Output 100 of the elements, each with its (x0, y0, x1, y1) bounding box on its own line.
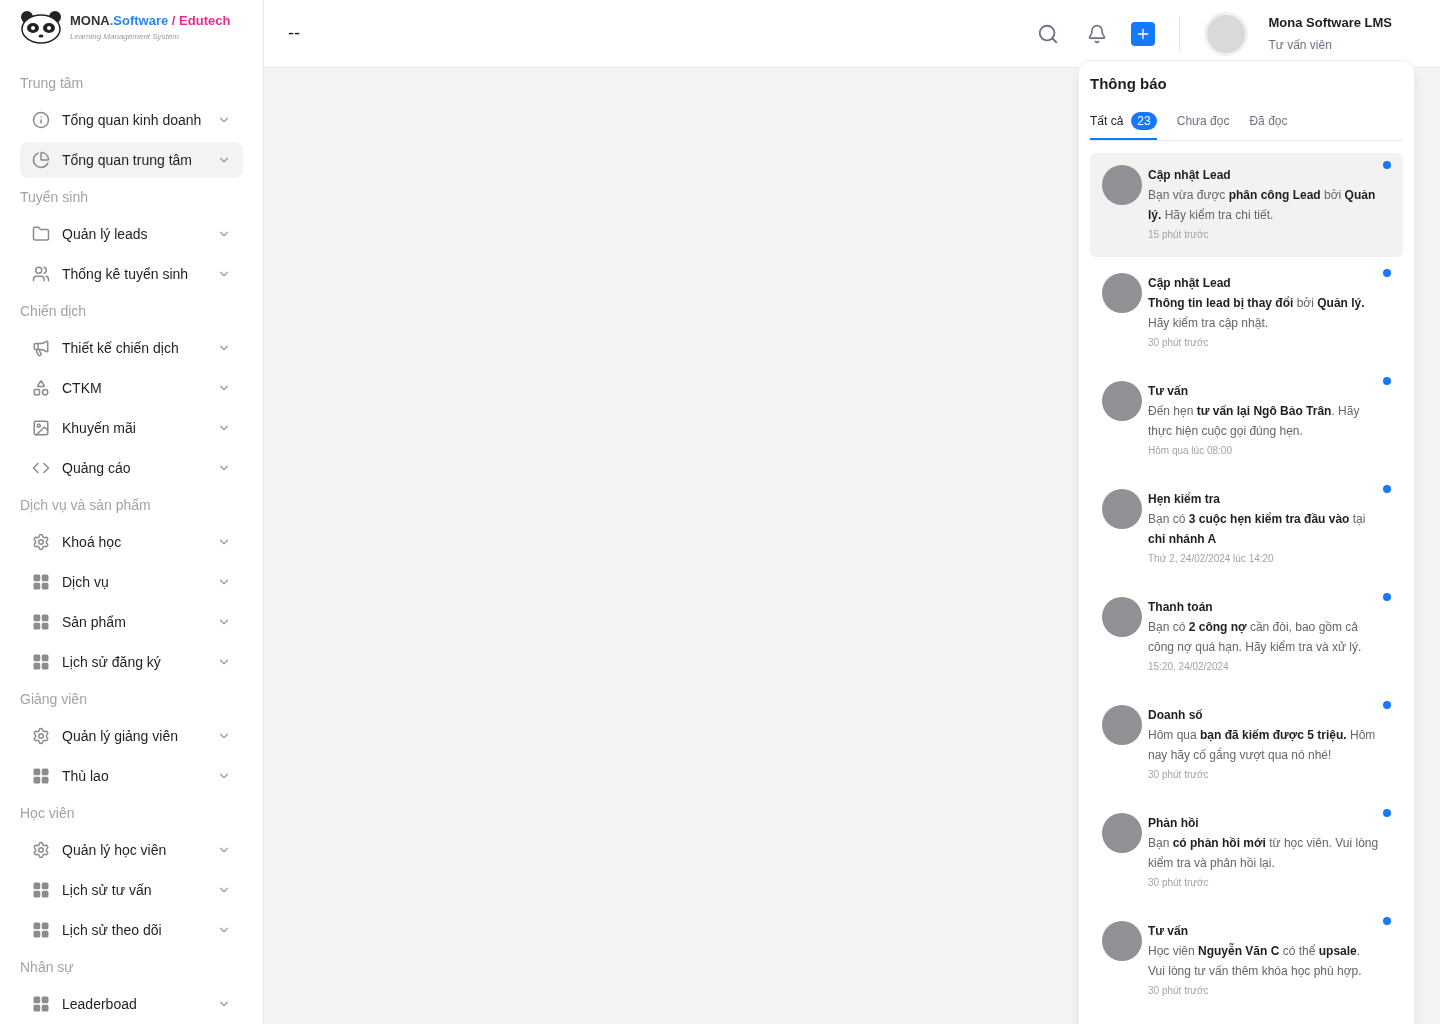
sidebar-item-label: Tổng quan kinh doanh (62, 110, 203, 130)
sidebar-item-label: Lịch sử theo dõi (62, 920, 163, 940)
notification-message: Bạn có 3 cuộc hẹn kiểm tra đầu vào tại chi nhánh A (1148, 510, 1367, 548)
sidebar-item-label: Dịch vụ (62, 572, 110, 592)
sidebar-section-title: Nhân sự (20, 957, 75, 977)
grid-icon (32, 995, 50, 1013)
megaphone-icon (32, 339, 50, 357)
grid-icon (32, 653, 50, 671)
avatar (1102, 812, 1142, 853)
sidebar-item[interactable]: Sản phẩm (20, 604, 243, 640)
grid-icon (32, 881, 50, 899)
grid-icon (32, 767, 50, 785)
sidebar-item[interactable]: Thù lao (20, 758, 243, 794)
notification-time: 30 phút trước (1148, 335, 1210, 350)
sidebar-section-title: Giảng viên (20, 689, 88, 709)
sidebar-section-title: Tuyển sinh (20, 187, 89, 207)
sidebar-section-title: Trung tâm (20, 73, 85, 93)
tab[interactable]: Chưa đọc (1176, 111, 1230, 140)
notification-message: Học viên Nguyễn Văn C có thể upsale. Vui lòng tư vấn thêm khóa học phù hợp. (1148, 942, 1363, 980)
notification-time: 30 phút trước (1148, 875, 1210, 890)
users-icon (32, 265, 50, 283)
notification-title: Tư vấn (1148, 382, 1190, 400)
sidebar-item[interactable]: Lịch sử tư vấn (20, 872, 243, 908)
grid-icon (32, 613, 50, 631)
sidebar-item-label: Sản phẩm (62, 612, 127, 632)
info-icon (32, 111, 50, 129)
tab[interactable]: Tất cả 23 (1090, 111, 1157, 140)
avatar (1102, 596, 1142, 637)
user-role: Tư vấn viên (1268, 37, 1333, 55)
sidebar-item-label: Thiết kế chiến dịch (62, 338, 180, 358)
sidebar-item[interactable]: Lịch sử đăng ký (20, 644, 243, 680)
settings-icon (32, 533, 50, 551)
sidebar-item-label: Lịch sử tư vấn (62, 880, 153, 900)
notification-item[interactable]: Cập nhật Lead Thông tin lead bị thay đổi bởi Quản lý. Hãy kiểm tra cập nhật. 30 phút trước (1090, 260, 1403, 365)
sidebar-item-label: Thống kê tuyển sinh (62, 264, 190, 284)
notification-item[interactable]: Hẹn kiểm tra Bạn có 3 cuộc hẹn kiểm tra đầu vào tại chi nhánh A Thứ 2, 24/02/2024 lúc 14:20 (1090, 476, 1403, 581)
notification-message: Bạn có phản hồi mới từ học viên. Vui lòng kiểm tra và phản hồi lại. (1148, 834, 1379, 872)
notification-item[interactable]: Tư vấn Đến hẹn tư vấn lại Ngô Bảo Trân. Hãy thực hiện cuộc gọi đúng hẹn. Hôm qua lúc 08:00 (1090, 368, 1403, 473)
settings-icon (32, 841, 50, 859)
sidebar-item-label: Quản lý leads (62, 224, 149, 244)
sidebar-item[interactable]: Dịch vụ (20, 564, 243, 600)
page-title: -- (288, 22, 301, 45)
notification-message: Đến hẹn tư vấn lại Ngô Bảo Trân. Hãy thực hiện cuộc gọi đúng hẹn. (1148, 402, 1361, 440)
avatar (1102, 704, 1142, 745)
sidebar-item[interactable]: Leaderboad (20, 986, 243, 1022)
sidebar-item[interactable]: Quảng cáo (20, 450, 243, 486)
notification-message: Thông tin lead bị thay đổi bởi Quản lý. Hãy kiểm tra cập nhật. (1148, 294, 1366, 332)
notification-time: Hôm qua lúc 08:00 (1148, 443, 1233, 458)
notification-title: Doanh số (1148, 706, 1204, 724)
avatar (1102, 488, 1142, 529)
notification-message: Hôm qua bạn đã kiếm được 5 triệu. Hôm nay hãy cố gắng vượt qua nó nhé! (1148, 726, 1377, 764)
sidebar-item-label: Khoá học (62, 532, 123, 552)
sidebar-item[interactable]: Khoá học (20, 524, 243, 560)
sidebar-item[interactable]: Lịch sử theo dõi (20, 912, 243, 948)
sidebar-item-label: Thù lao (62, 766, 110, 786)
sidebar-item[interactable]: Tổng quan kinh doanh (20, 102, 243, 138)
user-name: Mona Software LMS (1268, 13, 1392, 32)
sidebar-item[interactable]: Thiết kế chiến dịch (20, 330, 243, 366)
count-badge: 23 (1131, 111, 1157, 130)
sidebar-item[interactable]: CTKM (20, 370, 243, 406)
notification-item[interactable]: Thanh toán Bạn có 2 công nợ cần đòi, bao gồm cả công nợ quá hạn. Hãy kiểm tra và xử lý. 15:20, 24/02/2024 (1090, 584, 1403, 689)
sidebar-section-title: Chiến dịch (20, 301, 88, 321)
sidebar-item[interactable]: Khuyến mãi (20, 410, 243, 446)
sidebar-item[interactable]: Thống kê tuyển sinh (20, 256, 243, 292)
sidebar-item-label: Quảng cáo (62, 458, 132, 478)
avatar (1102, 920, 1142, 961)
sidebar-item-label: Khuyến mãi (62, 418, 137, 438)
notification-title: Hẹn kiểm tra (1148, 490, 1222, 508)
sidebar-item[interactable]: Quản lý leads (20, 216, 243, 252)
tab[interactable]: Đã đọc (1249, 111, 1288, 140)
sidebar-section-title: Dịch vụ và sản phẩm (20, 495, 152, 515)
grid-icon (32, 921, 50, 939)
notification-item[interactable]: Tư vấn Học viên Nguyễn Văn C có thể upsale. Vui lòng tư vấn thêm khóa học phù hợp. 30 phút trước (1090, 908, 1403, 1013)
notification-title: Cập nhật Lead (1148, 166, 1232, 184)
notification-item[interactable]: Cập nhật Lead Bạn vừa được phân công Lead bởi Quản lý. Hãy kiểm tra chi tiết. 15 phút trước (1090, 152, 1403, 257)
avatar (1102, 272, 1142, 313)
notification-time: Thứ 2, 24/02/2024 lúc 14:20 (1148, 551, 1275, 566)
notification-title: Tư vấn (1148, 922, 1190, 940)
notification-time: 30 phút trước (1148, 983, 1210, 998)
notification-item[interactable]: Phản hồi Bạn có phản hồi mới từ học viên. Vui lòng kiểm tra và phản hồi lại. 30 phút trước (1090, 800, 1403, 905)
sidebar-item[interactable]: Quản lý giảng viên (20, 718, 243, 754)
sidebar-item-label: Lịch sử đăng ký (62, 652, 162, 672)
notification-item[interactable]: Doanh số Hôm qua bạn đã kiếm được 5 triệu. Hôm nay hãy cố gắng vượt qua nó nhé! 30 phút trước (1090, 692, 1403, 797)
sidebar-item-label: CTKM (62, 378, 103, 398)
sidebar-section-title: Học viên (20, 803, 76, 823)
notification-time: 15:20, 24/02/2024 (1148, 659, 1230, 674)
sidebar-item-label: Tổng quan trung tâm (62, 150, 193, 170)
sidebar-item[interactable]: Tổng quan trung tâm (20, 142, 243, 178)
bell-icon (1087, 23, 1108, 44)
search-icon (1037, 22, 1060, 45)
pie-chart-icon (32, 151, 50, 169)
panel-title: Thông báo (1090, 74, 1168, 94)
avatar (1102, 164, 1142, 205)
add-button[interactable] (1131, 21, 1156, 46)
grid-icon (32, 573, 50, 591)
notification-message: Bạn có 2 công nợ cần đòi, bao gồm cả công nợ quá hạn. Hãy kiểm tra và xử lý. (1148, 618, 1363, 656)
sidebar-item-label: Quản lý giảng viên (62, 726, 179, 746)
sidebar-item[interactable]: Quản lý học viên (20, 832, 243, 868)
image-icon (32, 419, 50, 437)
notification-title: Thanh toán (1148, 598, 1214, 616)
